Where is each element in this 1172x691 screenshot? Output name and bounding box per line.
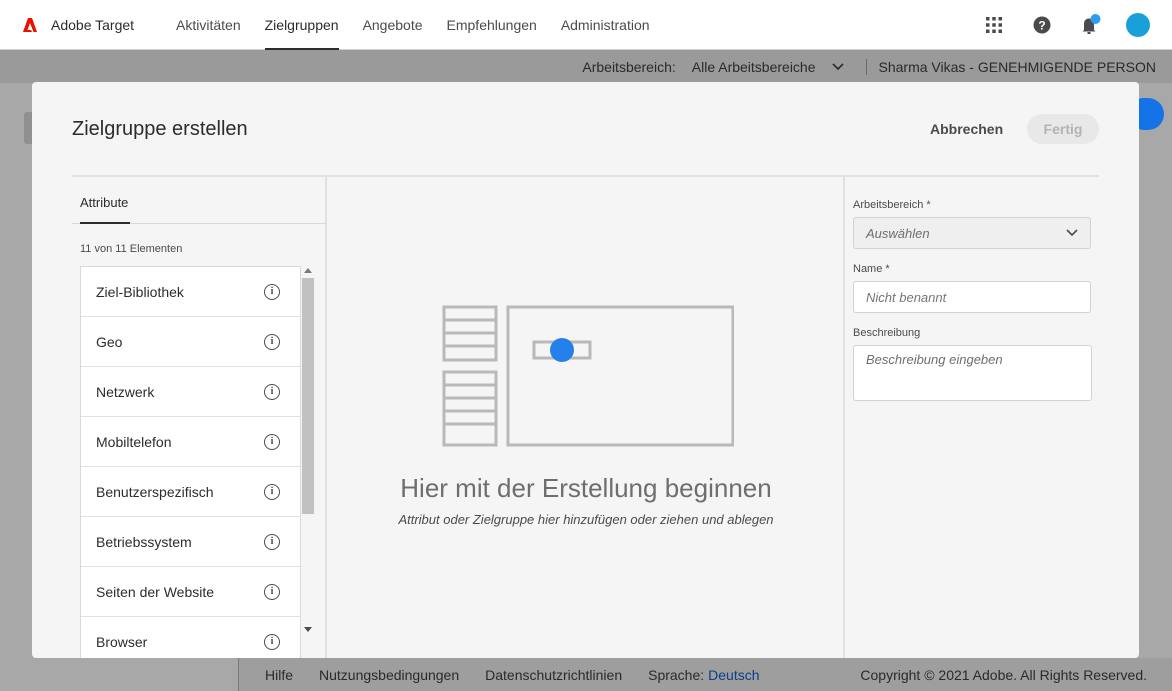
info-icon[interactable]: i (264, 333, 280, 350)
workspace-field-label: Arbeitsbereich * (853, 199, 931, 211)
workspace-select-value: Auswählen (866, 225, 930, 241)
nav-item-audiences[interactable]: Zielgruppen (253, 0, 351, 50)
list-item[interactable]: Betriebssystem i (81, 517, 300, 567)
list-item[interactable]: Seiten der Website i (81, 567, 300, 617)
footer-privacy-link[interactable]: Datenschutzrichtlinien (485, 667, 622, 683)
main-nav: Aktivitäten Zielgruppen Angebote Empfehl… (164, 0, 661, 50)
list-item-label: Browser (96, 633, 148, 650)
nav-item-activities[interactable]: Aktivitäten (164, 0, 253, 50)
info-icon[interactable]: i (264, 633, 280, 650)
footer-help-link[interactable]: Hilfe (265, 667, 293, 683)
cancel-button[interactable]: Abbrechen (918, 114, 1015, 144)
create-audience-modal: Zielgruppe erstellen Abbrechen Fertig At… (32, 82, 1139, 658)
footer-terms-link[interactable]: Nutzungsbedingungen (319, 667, 459, 683)
name-field-label: Name * (853, 263, 890, 275)
workspace-select[interactable]: Auswählen (853, 217, 1091, 249)
list-item[interactable]: Ziel-Bibliothek i (81, 267, 300, 317)
nav-item-administration[interactable]: Administration (549, 0, 662, 50)
list-item[interactable]: Netzwerk i (81, 367, 300, 417)
top-navigation: Adobe Target Aktivitäten Zielgruppen Ang… (0, 0, 1172, 50)
empty-state-illustration (442, 305, 734, 447)
empty-state-subtitle: Attribut oder Zielgruppe hier hinzufügen… (398, 512, 774, 527)
audience-drop-zone[interactable]: Hier mit der Erstellung beginnen Attribu… (329, 177, 843, 658)
workspace-label: Arbeitsbereich: (582, 58, 676, 75)
list-item-label: Betriebssystem (96, 533, 192, 550)
list-item-label: Geo (96, 333, 123, 350)
audience-properties-panel: Arbeitsbereich * Auswählen Name * Beschr… (843, 177, 1099, 658)
description-textarea[interactable]: Beschreibung eingeben (853, 345, 1092, 401)
info-icon[interactable]: i (264, 383, 280, 400)
tab-active-indicator (80, 222, 130, 224)
workspace-bar: Arbeitsbereich: Alle Arbeitsbereiche Sha… (0, 50, 1172, 83)
info-icon[interactable]: i (264, 283, 280, 300)
attributes-panel: Attribute 11 von 11 Elementen Ziel-Bibli… (72, 177, 327, 658)
tab-attributes[interactable]: Attribute (80, 195, 128, 210)
scroll-down-arrow-icon[interactable] (304, 627, 312, 632)
footer-language-label: Sprache: (648, 666, 705, 683)
notifications-bell-icon[interactable] (1078, 13, 1102, 37)
nav-right-actions: ? (982, 0, 1172, 50)
scroll-thumb[interactable] (302, 278, 314, 514)
list-item[interactable]: Browser i (81, 617, 300, 658)
divider (865, 58, 867, 75)
info-icon[interactable]: i (264, 583, 280, 600)
brand-name: Adobe Target (51, 16, 135, 33)
user-avatar[interactable] (1126, 13, 1150, 37)
brand[interactable]: Adobe Target (22, 17, 134, 33)
nav-item-offers[interactable]: Angebote (351, 0, 435, 50)
current-user: Sharma Vikas - GENEHMIGENDE PERSON (878, 58, 1156, 75)
help-icon[interactable]: ? (1030, 13, 1054, 37)
footer-copyright: Copyright © 2021 Adobe. All Rights Reser… (860, 666, 1147, 683)
description-field-label: Beschreibung (853, 327, 921, 339)
info-icon[interactable]: i (264, 483, 280, 500)
list-item-label: Seiten der Website (96, 583, 215, 600)
footer: Hilfe Nutzungsbedingungen Datenschutzric… (238, 658, 1172, 691)
workspace-selector[interactable]: Alle Arbeitsbereiche (692, 59, 816, 75)
empty-state-title: Hier mit der Erstellung beginnen (400, 473, 772, 503)
list-item[interactable]: Benutzerspezifisch i (81, 467, 300, 517)
list-item-label: Mobiltelefon (96, 433, 172, 450)
done-button[interactable]: Fertig (1027, 114, 1099, 144)
list-item[interactable]: Geo i (81, 317, 300, 367)
list-item-label: Benutzerspezifisch (96, 483, 214, 500)
scroll-up-arrow-icon[interactable] (304, 268, 312, 273)
info-icon[interactable]: i (264, 433, 280, 450)
info-icon[interactable]: i (264, 533, 280, 550)
adobe-logo-icon (23, 17, 37, 32)
nav-item-recommendations[interactable]: Empfehlungen (435, 0, 549, 50)
list-item[interactable]: Mobiltelefon i (81, 417, 300, 467)
footer-language-link[interactable]: Deutsch (708, 667, 759, 683)
list-scrollbar[interactable] (302, 266, 314, 658)
chevron-down-icon (1066, 229, 1078, 237)
name-input[interactable] (853, 281, 1091, 313)
apps-grid-icon[interactable] (982, 13, 1006, 37)
modal-title: Zielgruppe erstellen (72, 118, 248, 140)
list-item-label: Ziel-Bibliothek (96, 283, 184, 300)
list-item-label: Netzwerk (96, 383, 155, 400)
chevron-down-icon[interactable] (831, 62, 844, 71)
item-count: 11 von 11 Elementen (80, 243, 183, 255)
attribute-list: Ziel-Bibliothek i Geo i Netzwerk i Mobil… (80, 266, 301, 658)
svg-text:?: ? (1038, 19, 1045, 33)
